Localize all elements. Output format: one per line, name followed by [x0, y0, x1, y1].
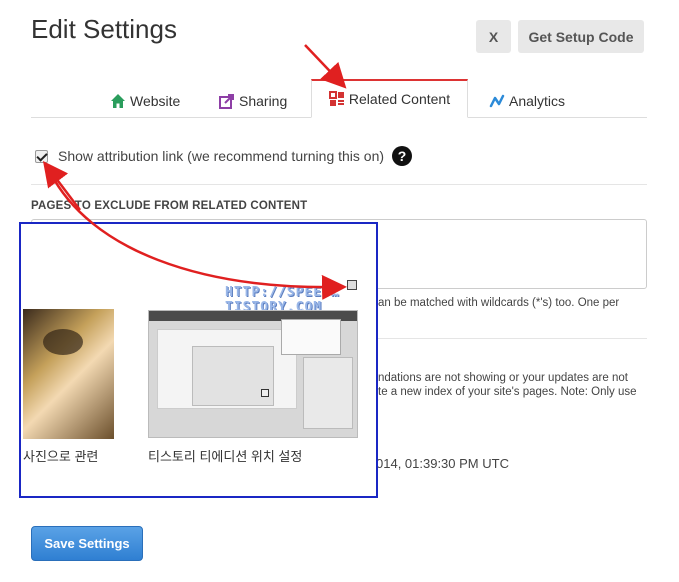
info-line: te a new index of your site's pages. Not…	[378, 386, 637, 398]
exclude-heading: PAGES TO EXCLUDE FROM RELATED CONTENT	[31, 200, 308, 212]
page-title: Edit Settings	[31, 14, 177, 44]
related-content-icon	[328, 91, 345, 107]
last-indexed-date: 014, 01:39:30 PM UTC	[376, 456, 509, 471]
tab-analytics[interactable]: Analytics	[489, 85, 565, 117]
section-divider	[31, 184, 647, 185]
thumbnail-editor-area	[157, 329, 297, 409]
home-icon	[110, 93, 126, 109]
thumbnail-popup	[281, 319, 341, 355]
tab-related-content[interactable]: Related Content	[311, 79, 468, 118]
attribution-label: Show attribution link (we recommend turn…	[58, 148, 385, 164]
tab-label: Related Content	[348, 91, 451, 107]
thumbnail-sidebar	[303, 357, 353, 429]
get-setup-code-button[interactable]: Get Setup Code	[518, 20, 644, 53]
save-settings-button[interactable]: Save Settings	[31, 526, 143, 561]
analytics-icon	[489, 93, 505, 109]
thumbnail-caption: 사진으로 관련	[23, 449, 99, 464]
editor-screenshot-thumbnail	[148, 310, 358, 438]
attribution-checkbox[interactable]	[35, 149, 48, 163]
thumbnail-caption: 티스토리 티에디션 위치 설정	[148, 449, 303, 464]
help-icon[interactable]: ?	[392, 146, 413, 166]
close-button[interactable]: X	[476, 20, 511, 53]
tab-label: Sharing	[239, 93, 288, 109]
thumbnail-image-placeholder	[192, 346, 274, 406]
section-divider	[378, 338, 647, 339]
share-icon	[219, 93, 235, 109]
tab-label: Website	[130, 93, 181, 109]
exclude-helper-text: an be matched with wildcards (*'s) too. …	[378, 297, 620, 309]
photo-thumbnail	[23, 309, 114, 439]
tab-label: Analytics	[509, 93, 566, 109]
reindex-info: ndations are not showing or your updates…	[378, 371, 648, 399]
attribution-row: Show attribution link (we recommend turn…	[35, 146, 413, 166]
screenshot-overlay: HTTP://SPEED…TISTORY.COM 사진으로 관련 티스토리 티에…	[19, 222, 378, 498]
tab-website[interactable]: Website	[110, 85, 180, 117]
tab-sharing[interactable]: Sharing	[219, 85, 287, 117]
info-line: ndations are not showing or your updates…	[378, 372, 628, 384]
thumbnail-marker	[261, 389, 269, 397]
related-content-icon	[347, 280, 357, 290]
